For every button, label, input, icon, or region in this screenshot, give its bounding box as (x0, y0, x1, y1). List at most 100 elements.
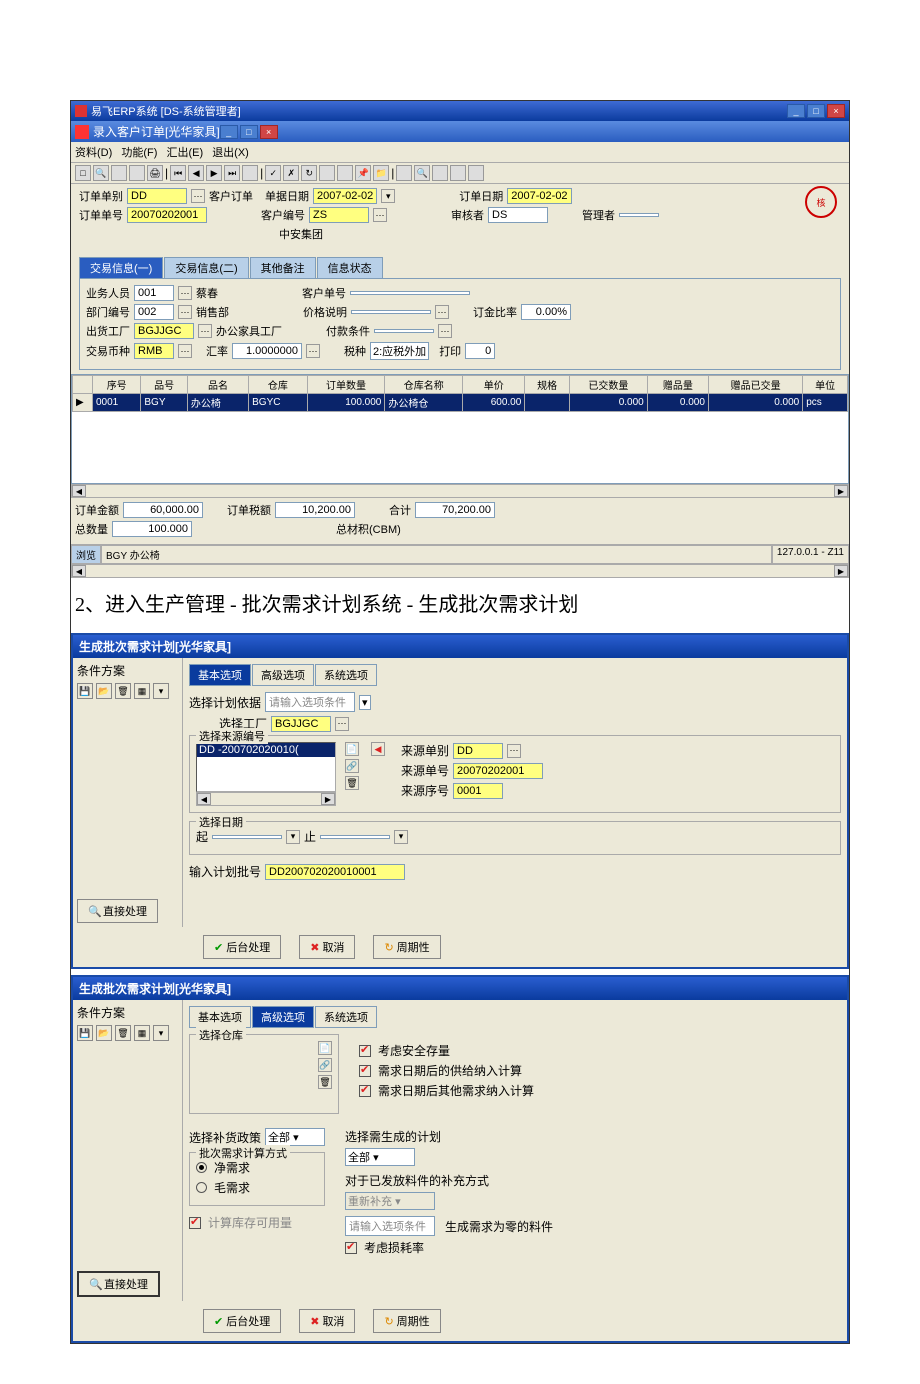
currency-input[interactable]: RMB (134, 343, 174, 359)
chk-stock[interactable] (189, 1217, 201, 1229)
date-to-input[interactable] (320, 835, 390, 839)
tab-notes[interactable]: 其他备注 (250, 257, 316, 278)
list-icon[interactable]: ▦ (134, 683, 150, 699)
list-item[interactable]: DD -200702020010( (197, 743, 335, 757)
delete-icon[interactable]: 🗑 (115, 683, 131, 699)
gen-select[interactable]: 全部 ▾ (345, 1148, 415, 1166)
order-type-picker-icon[interactable]: ⋯ (191, 189, 205, 203)
save-icon[interactable]: 💾 (77, 683, 93, 699)
last-icon[interactable]: ⏭ (224, 165, 240, 181)
table-row[interactable]: ▶ 0001 BGY 办公椅 BGYC 100.000 办公椅仓 600.00 … (73, 394, 848, 412)
calc-icon[interactable] (432, 165, 448, 181)
order-date2-input[interactable]: 2007-02-02 (507, 188, 571, 204)
doc-minimize-button[interactable]: _ (220, 125, 238, 139)
tab-system[interactable]: 系统选项 (315, 664, 377, 686)
order-grid[interactable]: 序号 品号 品名 仓库 订单数量 仓库名称 单价 规格 已交数量 赠品量 赠品已… (72, 375, 848, 412)
direct-process-button[interactable]: 🔍直接处理 (77, 899, 158, 923)
bg-process-button[interactable]: ✔后台处理 (203, 935, 281, 959)
price-picker-icon[interactable]: ⋯ (435, 305, 449, 319)
wh-link-icon[interactable]: 🔗 (318, 1058, 332, 1072)
sales-code-input[interactable]: 001 (134, 285, 174, 301)
scroll-right-icon[interactable]: ▶ (834, 485, 848, 497)
order-no-input[interactable]: 20070202001 (127, 207, 207, 223)
maximize-button[interactable]: □ (807, 104, 825, 118)
order-type-input[interactable]: DD (127, 188, 187, 204)
chk-supply[interactable] (359, 1065, 371, 1077)
bg-process-button[interactable]: ✔后台处理 (203, 1309, 281, 1333)
save-icon[interactable]: 💾 (77, 1025, 93, 1041)
delete-icon[interactable]: 🗑 (115, 1025, 131, 1041)
scroll-left-icon[interactable]: ◀ (72, 565, 86, 577)
cust-order-no-input[interactable] (350, 291, 470, 295)
wh-remove-icon[interactable]: 🗑 (318, 1075, 332, 1089)
date-from-input[interactable] (212, 835, 282, 839)
more-icon[interactable] (468, 165, 484, 181)
list-hscroll[interactable]: ◀▶ (196, 792, 336, 806)
dept-code-input[interactable]: 002 (134, 304, 174, 320)
tab-tx2[interactable]: 交易信息(二) (164, 257, 248, 278)
list-icon[interactable]: ▦ (134, 1025, 150, 1041)
sales-picker-icon[interactable]: ⋯ (178, 286, 192, 300)
pay-cond-picker-icon[interactable]: ⋯ (438, 324, 452, 338)
price-input[interactable] (351, 310, 431, 314)
source-list[interactable]: DD -200702020010( (196, 742, 336, 792)
prev-icon[interactable]: ◀ (188, 165, 204, 181)
menu-data[interactable]: 资料(D) (75, 147, 112, 159)
rate-picker-icon[interactable]: ⋯ (306, 344, 320, 358)
direct-process-button[interactable]: 🔍直接处理 (77, 1271, 160, 1297)
close-button[interactable]: × (827, 104, 845, 118)
grid-hscroll[interactable]: ◀ ▶ (71, 484, 849, 498)
grid-col-wh[interactable]: 仓库 (249, 376, 307, 394)
rate-input[interactable]: 1.0000000 (232, 343, 302, 359)
src-type-input[interactable]: DD (453, 743, 503, 759)
print-icon[interactable]: 🖨 (147, 165, 163, 181)
date-to-picker-icon[interactable]: ▾ (394, 830, 408, 844)
doc-close-button[interactable]: × (260, 125, 278, 139)
order-date-input[interactable]: 2007-02-02 (313, 188, 377, 204)
grid-col-whname[interactable]: 仓库名称 (385, 376, 463, 394)
new-icon[interactable]: □ (75, 165, 91, 181)
next-icon[interactable]: ▶ (206, 165, 222, 181)
manager-input[interactable] (619, 213, 659, 217)
open-icon[interactable]: 📂 (96, 1025, 112, 1041)
radio-gross[interactable] (196, 1182, 207, 1193)
dropdown-icon[interactable]: ▾ (153, 1025, 169, 1041)
grid-col-qty[interactable]: 订单数量 (307, 376, 385, 394)
cust-no-picker-icon[interactable]: ⋯ (373, 208, 387, 222)
currency-picker-icon[interactable]: ⋯ (178, 344, 192, 358)
ship-fac-picker-icon[interactable]: ⋯ (198, 324, 212, 338)
audit-input[interactable]: DS (488, 207, 548, 223)
cancel-button[interactable]: ✖取消 (299, 935, 355, 959)
cancel-button[interactable]: ✖取消 (299, 1309, 355, 1333)
menu-exit[interactable]: 退出(X) (212, 147, 249, 159)
chk-demand[interactable] (359, 1085, 371, 1097)
link-source-icon[interactable]: 🔗 (345, 759, 359, 773)
periodic-button[interactable]: ↻周期性 (373, 1309, 440, 1333)
batch-input[interactable]: DD200702020010001 (265, 864, 405, 880)
print-input[interactable]: 0 (465, 343, 495, 359)
tab-status[interactable]: 信息状态 (317, 257, 383, 278)
date-from-picker-icon[interactable]: ▾ (286, 830, 300, 844)
ship-fac-input[interactable]: BGJJGC (134, 323, 194, 339)
chk-safety[interactable] (359, 1045, 371, 1057)
policy-select[interactable]: 全部 ▾ (265, 1128, 325, 1146)
add-source-icon[interactable]: 📄 (345, 742, 359, 756)
first-icon[interactable]: ⏮ (170, 165, 186, 181)
src-type-picker-icon[interactable]: ⋯ (507, 744, 521, 758)
pin-icon[interactable]: 📌 (355, 165, 371, 181)
grid-icon[interactable] (450, 165, 466, 181)
grid-col-item[interactable]: 品号 (141, 376, 188, 394)
dept-picker-icon[interactable]: ⋯ (178, 305, 192, 319)
delete-icon[interactable] (129, 165, 145, 181)
menu-export[interactable]: 汇出(E) (166, 147, 203, 159)
cust-no-input[interactable]: ZS (309, 207, 369, 223)
cancel-icon[interactable]: ✗ (283, 165, 299, 181)
pay-cond-input[interactable] (374, 329, 434, 333)
tab-basic[interactable]: 基本选项 (189, 664, 251, 686)
grid-col-spec[interactable]: 规格 (525, 376, 570, 394)
hint-box[interactable]: 请输入选项条件 (345, 1216, 435, 1236)
tab-advanced[interactable]: 高级选项 (252, 664, 314, 686)
wh-add-icon[interactable]: 📄 (318, 1041, 332, 1055)
grid-col-price[interactable]: 单价 (463, 376, 525, 394)
dropdown-icon[interactable]: ▾ (153, 683, 169, 699)
